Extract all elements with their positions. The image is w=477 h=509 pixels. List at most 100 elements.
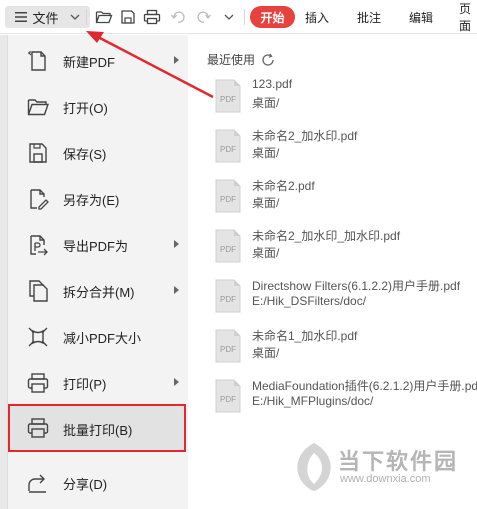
recent-title: 最近使用: [207, 53, 256, 67]
submenu-arrow-icon: [174, 56, 179, 64]
menu-item-label: 保存(S): [63, 147, 107, 162]
recent-file-item[interactable]: PDF 未命名1_加水印.pdf 桌面/: [208, 327, 477, 373]
print-icon: [143, 9, 161, 25]
menu-item-save[interactable]: 保存(S): [8, 130, 188, 174]
export-pdf-icon: [30, 235, 48, 256]
menu-item-save-as[interactable]: 另存为(E): [8, 176, 188, 220]
save-icon: [121, 10, 135, 24]
save-as-icon: [30, 189, 49, 210]
pdf-file-icon: PDF: [215, 279, 241, 313]
file-path: E:/Hik_DSFilters/doc/: [252, 294, 367, 308]
menu-item-export-pdf[interactable]: 导出PDF为: [8, 222, 188, 266]
menu-item-label: 新建PDF: [63, 55, 116, 70]
file-name: 未命名2_加水印_加水印.pdf: [252, 229, 401, 243]
pdf-file-icon: PDF: [215, 79, 241, 113]
menu-side-strip: [0, 35, 8, 509]
file-menu-label: 文件: [32, 10, 59, 26]
menu-item-share[interactable]: 分享(D): [8, 460, 188, 504]
pdf-file-icon: PDF: [215, 179, 241, 213]
watermark-brand: 当下软件园: [338, 449, 459, 474]
open-button[interactable]: [93, 6, 115, 28]
menu-item-label: 分享(D): [63, 477, 108, 492]
menu-item-label: 另存为(E): [63, 193, 120, 208]
share-icon: [28, 474, 46, 493]
hamburger-icon: [15, 12, 28, 22]
recent-file-item[interactable]: PDF 123.pdf 桌面/: [208, 77, 477, 123]
svg-text:PDF: PDF: [220, 295, 236, 304]
save-icon: [29, 143, 47, 163]
quick-access-dropdown[interactable]: [218, 6, 240, 28]
file-path: E:/Hik_MFPlugins/doc/: [252, 394, 374, 408]
split-merge-icon: [29, 280, 48, 302]
undo-icon: [171, 11, 185, 23]
svg-text:PDF: PDF: [220, 245, 236, 254]
compress-icon: [28, 327, 48, 347]
file-name: 未命名1_加水印.pdf: [252, 329, 358, 343]
tab-comment[interactable]: 批注: [357, 6, 381, 28]
redo-button[interactable]: [193, 6, 215, 28]
menu-item-label: 导出PDF为: [63, 239, 129, 254]
file-path: 桌面/: [252, 346, 280, 360]
menu-item-split-merge[interactable]: 拆分合并(M): [8, 268, 188, 312]
undo-button[interactable]: [167, 6, 189, 28]
print-icon: [27, 373, 49, 393]
file-path: 桌面/: [252, 246, 280, 260]
file-name: 123.pdf: [252, 77, 293, 91]
recent-file-item[interactable]: PDF 未命名2.pdf 桌面/: [208, 177, 477, 223]
svg-text:PDF: PDF: [220, 145, 236, 154]
recent-file-item[interactable]: PDF MediaFoundation插件(6.2.1.2)用户手册.pdf E…: [208, 377, 477, 423]
pdf-file-icon: PDF: [215, 379, 241, 413]
recent-file-item[interactable]: PDF Directshow Filters(6.1.2.2)用户手册.pdf …: [208, 277, 477, 323]
file-name: Directshow Filters(6.1.2.2)用户手册.pdf: [252, 279, 461, 293]
menu-item-print[interactable]: 打印(P): [8, 360, 188, 404]
watermark: 当下软件园 www.downxia.com: [292, 438, 477, 496]
svg-text:PDF: PDF: [220, 395, 236, 404]
chevron-down-icon: [224, 14, 234, 20]
svg-text:PDF: PDF: [220, 195, 236, 204]
menu-item-batch-print[interactable]: 批量打印(B): [8, 404, 186, 452]
menu-item-new-pdf[interactable]: 新建PDF: [8, 38, 188, 82]
submenu-arrow-icon: [174, 286, 179, 294]
file-name: 未命名2.pdf: [252, 179, 315, 193]
save-button[interactable]: [117, 6, 139, 28]
folder-open-icon: [27, 99, 49, 116]
toolbar-divider: [244, 9, 245, 25]
tab-insert[interactable]: 插入: [305, 6, 329, 28]
menu-item-label: 拆分合并(M): [63, 285, 135, 300]
tab-start[interactable]: 开始: [250, 6, 295, 28]
toolbar-divider: [86, 9, 87, 25]
chevron-down-icon: [70, 14, 79, 20]
file-path: 桌面/: [252, 96, 280, 110]
recent-file-item[interactable]: PDF 未命名2_加水印.pdf 桌面/: [208, 127, 477, 173]
submenu-arrow-icon: [174, 378, 179, 386]
tab-edit[interactable]: 编辑: [409, 6, 433, 28]
recent-header: 最近使用: [207, 51, 275, 68]
menu-item-open[interactable]: 打开(O): [8, 84, 188, 128]
watermark-url: www.downxia.com: [340, 473, 431, 485]
print-button[interactable]: [141, 6, 163, 28]
top-toolbar: 文件 开始 插入 批注 编辑 页面: [0, 0, 477, 34]
svg-text:PDF: PDF: [220, 345, 236, 354]
watermark-logo-icon: [297, 443, 331, 491]
menu-item-reduce-size[interactable]: 减小PDF大小: [8, 314, 188, 358]
new-pdf-icon: [28, 51, 46, 71]
tab-page[interactable]: 页面: [459, 2, 477, 33]
menu-item-label: 打印(P): [63, 377, 107, 392]
menu-item-label: 减小PDF大小: [63, 331, 142, 346]
file-name: 未命名2_加水印.pdf: [252, 129, 358, 143]
batch-print-icon: [27, 418, 49, 438]
pdf-file-icon: PDF: [215, 329, 241, 363]
file-menu-button[interactable]: 文件: [5, 6, 90, 28]
svg-text:PDF: PDF: [220, 95, 236, 104]
file-name: MediaFoundation插件(6.2.1.2)用户手册.pdf: [252, 379, 477, 393]
file-path: 桌面/: [252, 146, 280, 160]
pdf-file-icon: PDF: [215, 229, 241, 263]
submenu-arrow-icon: [174, 240, 179, 248]
menu-item-label: 批量打印(B): [63, 423, 133, 438]
pdf-file-icon: PDF: [215, 129, 241, 163]
refresh-icon[interactable]: [261, 53, 275, 67]
recent-file-item[interactable]: PDF 未命名2_加水印_加水印.pdf 桌面/: [208, 227, 477, 273]
file-path: 桌面/: [252, 196, 280, 210]
redo-icon: [197, 11, 211, 23]
menu-item-label: 打开(O): [63, 101, 108, 116]
